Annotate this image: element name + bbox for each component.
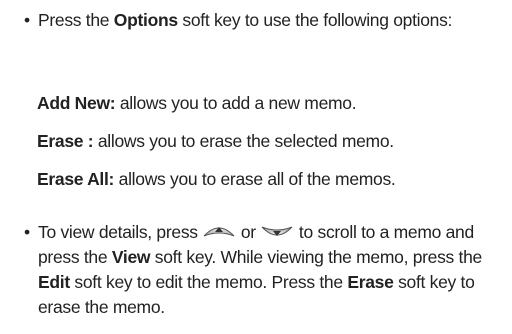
nav-up-key-icon (202, 222, 236, 240)
option-description: allows you to add a new memo. (115, 93, 357, 113)
option-erase-all: Erase All: allows you to erase all of th… (37, 167, 396, 192)
option-description: allows you to erase the selected memo. (93, 131, 394, 151)
view-details-instruction: • To view details, press or to scroll to… (24, 220, 504, 320)
option-label: Erase : (37, 131, 94, 151)
view-details-text: To view details, press or to scroll to a… (38, 222, 482, 317)
option-label: Erase All: (37, 169, 115, 189)
option-description: allows you to erase all of the memos. (114, 169, 396, 189)
option-erase: Erase : allows you to erase the selected… (37, 129, 394, 154)
options-instruction-text: Press the Options soft key to use the fo… (38, 10, 453, 30)
bullet: • (24, 222, 30, 242)
option-add-new: Add New: allows you to add a new memo. (37, 91, 357, 116)
options-instruction: • Press the Options soft key to use the … (24, 8, 504, 33)
bullet: • (24, 10, 30, 30)
erase-key-name: Erase (347, 272, 394, 292)
manual-page: • Press the Options soft key to use the … (0, 0, 512, 334)
options-key-name: Options (113, 10, 178, 30)
option-label: Add New: (37, 93, 116, 113)
edit-key-name: Edit (38, 272, 70, 292)
view-key-name: View (111, 247, 151, 267)
nav-down-key-icon (260, 222, 294, 240)
